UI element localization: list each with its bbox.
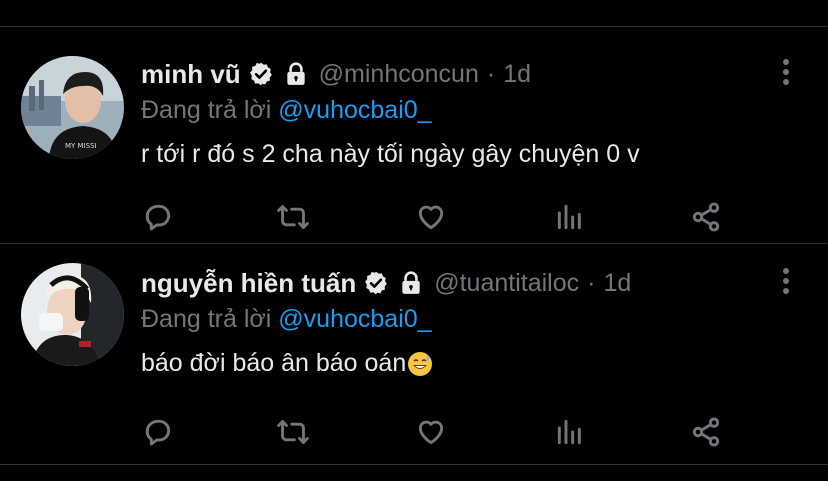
more-options-icon[interactable] [776, 56, 796, 90]
reply-icon[interactable] [141, 416, 175, 448]
more-options-icon[interactable] [776, 265, 796, 299]
tweet-text: r tới r đó s 2 cha này tối ngày gây chuy… [141, 140, 640, 169]
share-icon[interactable] [689, 201, 723, 233]
tweet-actions [141, 416, 741, 448]
display-name[interactable]: minh vũ [141, 59, 241, 90]
reply-icon[interactable] [141, 201, 175, 233]
share-icon[interactable] [689, 416, 723, 448]
replying-to: Đang trả lời @vuhocbai0_ [141, 96, 432, 125]
timestamp[interactable]: 1d [503, 60, 531, 89]
tweet[interactable]: nguyễn hiền tuấn @tuantitailoc · 1d Đang… [0, 263, 828, 455]
replying-label: Đang trả lời [141, 305, 272, 333]
svg-text:MY MISSI: MY MISSI [65, 142, 97, 150]
tweet[interactable]: MY MISSI minh vũ @minhconcun · 1d Đang t… [0, 56, 828, 241]
tweet-divider [0, 243, 828, 244]
replying-to: Đang trả lời @vuhocbai0_ [141, 305, 432, 334]
retweet-icon[interactable] [276, 416, 310, 448]
analytics-icon[interactable] [553, 201, 587, 233]
tweet-text-content: r tới r đó s 2 cha này tối ngày gây chuy… [141, 140, 640, 168]
verified-badge-icon [248, 61, 274, 87]
reply-mention-link[interactable]: @vuhocbai0_ [278, 96, 431, 124]
display-name[interactable]: nguyễn hiền tuấn [141, 268, 356, 299]
tweet-header: nguyễn hiền tuấn @tuantitailoc · 1d [141, 265, 631, 301]
grinning-sweat-emoji-icon [407, 351, 433, 377]
user-handle[interactable]: @tuantitailoc [434, 269, 579, 298]
bottom-divider [0, 464, 828, 465]
tweet-text: báo đời báo ân báo oán [141, 349, 433, 378]
lock-icon [398, 270, 424, 296]
retweet-icon[interactable] [276, 201, 310, 233]
reply-mention-link[interactable]: @vuhocbai0_ [278, 305, 431, 333]
tweet-header: minh vũ @minhconcun · 1d [141, 56, 531, 92]
separator-dot: · [486, 59, 496, 88]
replying-label: Đang trả lời [141, 96, 272, 124]
tweet-text-content: báo đời báo ân báo oán [141, 349, 407, 377]
lock-icon [283, 61, 309, 87]
separator-dot: · [587, 268, 596, 297]
like-icon[interactable] [414, 201, 448, 233]
timestamp[interactable]: 1d [603, 269, 631, 298]
avatar[interactable] [21, 263, 124, 366]
analytics-icon[interactable] [553, 416, 587, 448]
verified-badge-icon [363, 270, 389, 296]
tweet-actions [141, 201, 741, 233]
top-divider [0, 26, 828, 27]
user-handle[interactable]: @minhconcun [319, 60, 479, 89]
like-icon[interactable] [414, 416, 448, 448]
avatar[interactable]: MY MISSI [21, 56, 124, 159]
